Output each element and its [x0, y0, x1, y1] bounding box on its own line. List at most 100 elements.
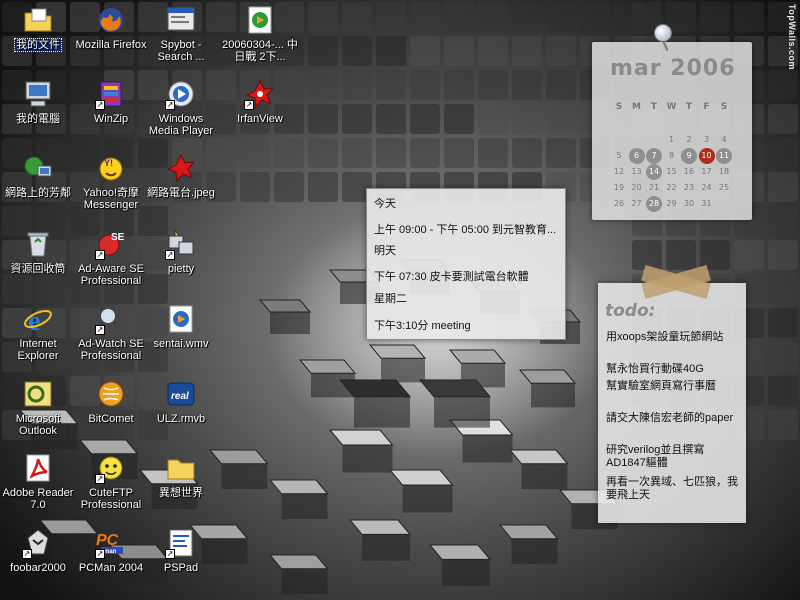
desktop-icon-label-text: 網路上的芳鄰	[5, 187, 71, 199]
calendar-day[interactable]: 3	[699, 132, 715, 148]
calendar-day[interactable]: 13	[629, 164, 645, 180]
todo-title: todo:	[605, 301, 656, 321]
wallpaper-cube	[498, 524, 559, 565]
desktop-icon[interactable]: BitComet	[73, 378, 149, 450]
video-file-icon	[165, 303, 197, 335]
desktop-icon-label-text: WinZip	[93, 113, 129, 125]
calendar-day[interactable]: 20	[629, 180, 645, 196]
wallpaper-cube	[518, 369, 577, 408]
calendar-day[interactable]: 11	[716, 148, 732, 164]
wallpaper-tile	[342, 36, 372, 66]
desktop-icon-label-text: PSPad	[163, 562, 199, 574]
desktop-icon[interactable]: 網路電台.jpeg	[143, 152, 219, 224]
todo-item[interactable]: 研究verilog並且撰寫AD1847驅體	[606, 444, 741, 470]
todo-item[interactable]: 幫實驗室網頁寫行事曆	[606, 380, 741, 393]
wallpaper-tile	[444, 70, 474, 100]
winzip-icon: ↗	[95, 78, 127, 110]
shortcut-arrow-icon: ↗	[165, 100, 175, 110]
desktop-icon[interactable]: ↗ Windows Media Player	[143, 78, 219, 150]
calendar-widget: mar 2006 S M T W T F S 1 2 3 4 5 6 7 8 9 10 11 12 13 14 15 16 1…	[592, 24, 752, 220]
calendar-day[interactable]: 6	[628, 148, 645, 164]
calendar-day[interactable]: 29	[664, 196, 680, 212]
calendar-day[interactable]: 8	[664, 148, 680, 164]
wallpaper-tile	[410, 138, 440, 168]
desktop-icon[interactable]: ↗ Ad-Watch SE Professional	[73, 303, 149, 375]
wallpaper-tile	[478, 138, 508, 168]
calendar-day[interactable]: 1	[664, 132, 680, 148]
calendar-day[interactable]: 24	[699, 180, 715, 196]
desktop-icon[interactable]: real ULZ.rmvb	[143, 378, 219, 450]
desktop-icon[interactable]: Y! Yahoo!奇摩 Messenger	[73, 152, 149, 224]
shortcut-arrow-icon: ↗	[95, 549, 105, 559]
desktop-icon[interactable]: Mozilla Firefox	[73, 4, 149, 76]
wallpaper-cube	[328, 429, 394, 473]
agenda-day-heading: 星期二	[374, 293, 407, 305]
agenda-widget: 今天 上午 09:00 - 下午 05:00 到元智教育... 明天 下午 07:30…	[366, 188, 566, 340]
calendar-day[interactable]: 21	[646, 180, 662, 196]
calendar-month-label: mar 2006	[610, 56, 736, 81]
desktop-icon[interactable]: e Internet Explorer	[0, 303, 76, 375]
outlook-icon	[22, 378, 54, 410]
calendar-day[interactable]: 23	[681, 180, 697, 196]
desktop-icon[interactable]: 資源回收筒	[0, 228, 76, 300]
desktop-icon[interactable]: ↗ foobar2000	[0, 527, 76, 599]
desktop-icon[interactable]: ↗ WinZip	[73, 78, 149, 150]
pietty-icon: ↗	[165, 228, 197, 260]
calendar-day[interactable]: 7	[646, 148, 662, 164]
calendar-day[interactable]: 4	[716, 132, 732, 148]
desktop-icon[interactable]: SE ↗ Ad-Aware SE Professional	[73, 228, 149, 300]
agenda-event[interactable]: 下午 07:30 皮卡要測試電台軟體	[374, 268, 560, 284]
desktop-icon[interactable]: Spybot - Search ...	[143, 4, 219, 76]
desktop-icon[interactable]: Adobe Reader 7.0	[0, 452, 76, 524]
desktop-icon[interactable]: sentai.wmv	[143, 303, 219, 375]
spybot-icon	[165, 4, 197, 36]
desktop-icon[interactable]: Microsoft Outlook	[0, 378, 76, 450]
calendar-day[interactable]: 28	[646, 196, 662, 212]
calendar-day[interactable]: 9	[681, 148, 697, 164]
desktop-icon[interactable]: ↗ CuteFTP Professional	[73, 452, 149, 524]
desktop-icon[interactable]: PC man ↗ PCMan 2004	[73, 527, 149, 599]
calendar-day[interactable]: 30	[681, 196, 697, 212]
calendar-day[interactable]: 19	[611, 180, 627, 196]
todo-item[interactable]: 再看一次異域、七匹狼，我要飛上天	[606, 476, 741, 502]
todo-item[interactable]: 幫永怡買行動碟40G	[606, 363, 741, 376]
desktop-icon[interactable]: ↗ IrfanView	[222, 78, 298, 150]
desktop-icon[interactable]: 我的電腦	[0, 78, 76, 150]
calendar-day[interactable]: 22	[664, 180, 680, 196]
calendar-day[interactable]: 2	[681, 132, 697, 148]
calendar-day[interactable]: 5	[611, 148, 627, 164]
wallpaper-tile	[308, 138, 338, 168]
calendar-day[interactable]: 26	[611, 196, 627, 212]
desktop-icon[interactable]: 異想世界	[143, 452, 219, 524]
desktop-icon[interactable]: ↗ pietty	[143, 228, 219, 300]
wallpaper-tile	[512, 2, 542, 32]
desktop-icon[interactable]: 20060304-... 中日戰 2下...	[222, 4, 298, 76]
desktop-icon-label: WinZip	[73, 113, 149, 125]
calendar-day[interactable]: 27	[629, 196, 645, 212]
agenda-event[interactable]: 下午3:10分 meeting	[374, 317, 560, 333]
todo-item[interactable]: 用xoops架設童玩節網站	[606, 331, 741, 344]
calendar-day[interactable]: 18	[716, 164, 732, 180]
calendar-day[interactable]: 14	[646, 164, 662, 180]
desktop-icon[interactable]: ↗ PSPad	[143, 527, 219, 599]
calendar-day-today[interactable]: 10	[698, 148, 715, 164]
desktop-icon[interactable]: 我的文件	[0, 4, 76, 76]
calendar-day[interactable]: 12	[611, 164, 627, 180]
calendar-day[interactable]: 25	[716, 180, 732, 196]
desktop-icon-label: Mozilla Firefox	[73, 39, 149, 51]
wallpaper-tile	[512, 70, 542, 100]
calendar-day[interactable]: 15	[664, 164, 680, 180]
desktop-icon-label-text: Windows Media Player	[148, 113, 214, 137]
ie-icon: e	[22, 303, 54, 337]
wallpaper-tile	[240, 172, 270, 202]
calendar-day[interactable]: 17	[699, 164, 715, 180]
desktop-icon[interactable]: 網路上的芳鄰	[0, 152, 76, 224]
agenda-event[interactable]: 上午 09:00 - 下午 05:00 到元智教育...	[374, 221, 560, 237]
wallpaper-tile	[768, 240, 798, 270]
calendar-day[interactable]: 31	[699, 196, 715, 212]
desktop-icon-label: 我的文件	[0, 38, 76, 52]
network-icon	[22, 152, 54, 184]
wallpaper-cube	[268, 479, 329, 520]
calendar-day[interactable]: 16	[681, 164, 697, 180]
todo-item[interactable]: 請交大陳信宏老師的paper	[606, 412, 741, 425]
